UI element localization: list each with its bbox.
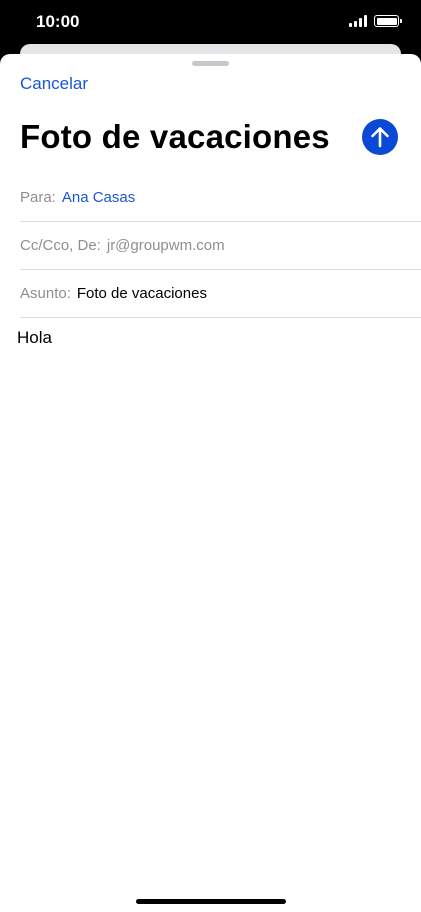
status-icons <box>349 15 402 27</box>
to-label: Para: <box>20 189 56 206</box>
send-button[interactable] <box>362 119 398 155</box>
arrow-up-icon <box>371 127 389 148</box>
recipient-token[interactable]: Ana Casas <box>62 189 135 206</box>
status-time: 10:00 <box>36 12 80 31</box>
cc-from-field[interactable]: Cc/Cco, De: jr@groupwm.com <box>20 222 421 270</box>
to-field[interactable]: Para: Ana Casas <box>20 174 421 222</box>
from-address[interactable]: jr@groupwm.com <box>107 237 225 254</box>
subject-field[interactable]: Asunto: Foto de vacaciones <box>20 270 421 318</box>
cc-from-label: Cc/Cco, De: <box>20 237 101 254</box>
phone-screen: 10:00 Cancelar Foto de vacaciones Para: … <box>0 0 421 912</box>
battery-icon <box>374 15 402 27</box>
cancel-button[interactable]: Cancelar <box>20 74 88 94</box>
sheet-grabber[interactable] <box>192 61 229 66</box>
home-indicator[interactable] <box>136 899 286 904</box>
compose-title: Foto de vacaciones <box>20 118 330 155</box>
subject-label: Asunto: <box>20 285 71 302</box>
message-body[interactable]: Hola <box>17 328 52 348</box>
cellular-signal-icon <box>349 15 367 27</box>
subject-input[interactable]: Foto de vacaciones <box>77 285 207 302</box>
device-notch <box>108 0 313 30</box>
compose-sheet: Cancelar Foto de vacaciones Para: Ana Ca… <box>0 54 421 912</box>
